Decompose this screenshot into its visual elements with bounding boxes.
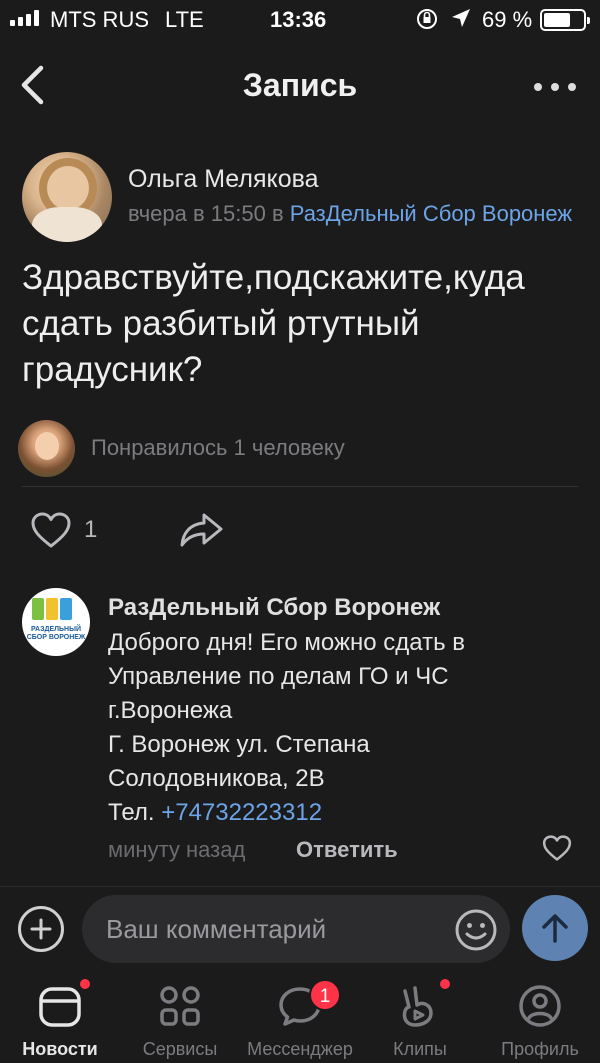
battery-level [544,13,570,27]
smile-icon [455,909,497,951]
arrow-up-icon [542,914,568,943]
tab-messenger[interactable]: 1 Мессенджер [240,975,360,1063]
comment-author[interactable]: РазДельный Сбор Воронеж [108,594,440,622]
comment-line: Солодовникова, 2В [108,765,325,792]
dot-icon [568,83,576,91]
tab-clips[interactable]: Клипы [360,975,480,1063]
divider [0,886,600,887]
comment-time: минуту назад [108,837,246,862]
tab-bar: Новости Сервисы 1 Мессенджер Клипы Профи… [0,975,600,1063]
emoji-button[interactable] [454,908,498,952]
comment-line: Доброго дня! Его можно сдать в [108,629,466,656]
tab-services[interactable]: Сервисы [120,975,240,1063]
share-button[interactable] [176,510,226,550]
post-meta: вчера в 15:50 в РазДельный Сбор Воронеж [128,201,598,227]
like-button[interactable]: 1 [30,510,97,550]
dot-icon [534,83,542,91]
bin-icon [60,598,72,620]
dot-icon [551,83,559,91]
comment-line: Управление по делам ГО и ЧС [108,663,449,690]
attach-button[interactable] [18,906,64,952]
group-logo-text: РАЗДЕЛЬНЫЙ СБОР ВОРОНЕЖ [26,626,86,641]
tab-label: Клипы [393,1039,447,1059]
clips-badge-dot [440,979,450,989]
signal-icon [10,10,39,26]
clock: 13:36 [270,7,327,32]
comment-like-button[interactable] [542,834,574,864]
group-link[interactable]: РазДельный Сбор Воронеж [290,201,572,226]
author-name[interactable]: Ольга Мелякова [128,165,319,194]
heart-icon [31,512,71,548]
comment-line: г.Воронежа [108,697,233,724]
plus-icon [30,918,52,940]
clips-icon [402,986,433,1027]
liker-avatar[interactable] [18,420,75,477]
battery-percent: 69 % [482,7,533,32]
profile-icon [519,985,561,1027]
network-type: LTE [165,7,204,32]
likes-summary[interactable]: Понравилось 1 человеку [91,435,345,461]
tab-profile[interactable]: Профиль [480,975,600,1063]
news-icon [39,987,81,1027]
phone-link[interactable]: +74732223312 [161,799,322,826]
post-text: Здравствуйте,подскажите,куда сдать разби… [22,258,525,389]
carrier-name: MTS RUS [50,7,149,32]
bin-icon [32,598,44,620]
comment-input[interactable] [82,895,510,963]
nav-bar: Запись [0,50,600,120]
screen: MTS RUS LTE 13:36 69 % Запись Ольга Меля… [0,0,600,1063]
divider [22,486,578,487]
bin-icon [46,598,58,620]
share-icon [180,513,223,547]
tab-label: Новости [22,1039,98,1059]
author-avatar[interactable] [22,152,112,242]
phone-label: Тел. [108,799,162,826]
reply-button[interactable]: Ответить [296,837,398,863]
tab-label: Мессенджер [247,1039,353,1059]
comment-line: Г. Воронеж ул. Степана [108,731,370,758]
send-button[interactable] [522,895,588,961]
tab-news[interactable]: Новости [0,975,120,1063]
services-icon [160,986,200,1026]
group-avatar[interactable]: РАЗДЕЛЬНЫЙ СБОР ВОРОНЕЖ [22,588,90,656]
status-bar: MTS RUS LTE 13:36 69 % [0,0,600,38]
tab-label: Сервисы [142,1039,218,1059]
like-count: 1 [84,516,98,543]
location-icon [450,7,472,35]
heart-icon [542,835,572,861]
tab-label: Профиль [501,1039,579,1059]
battery-icon [540,9,590,31]
more-options-button[interactable] [530,72,580,102]
page-title: Запись [242,67,358,103]
comment-text: Доброго дня! Его можно сдать в Управлени… [108,626,578,830]
news-badge-dot [80,979,90,989]
messenger-badge: 1 [309,979,341,1011]
post-time: вчера в 15:50 в [128,201,290,226]
rotation-lock-icon [415,7,439,37]
comment-phone-line: Тел. +74732223312 [108,796,578,830]
